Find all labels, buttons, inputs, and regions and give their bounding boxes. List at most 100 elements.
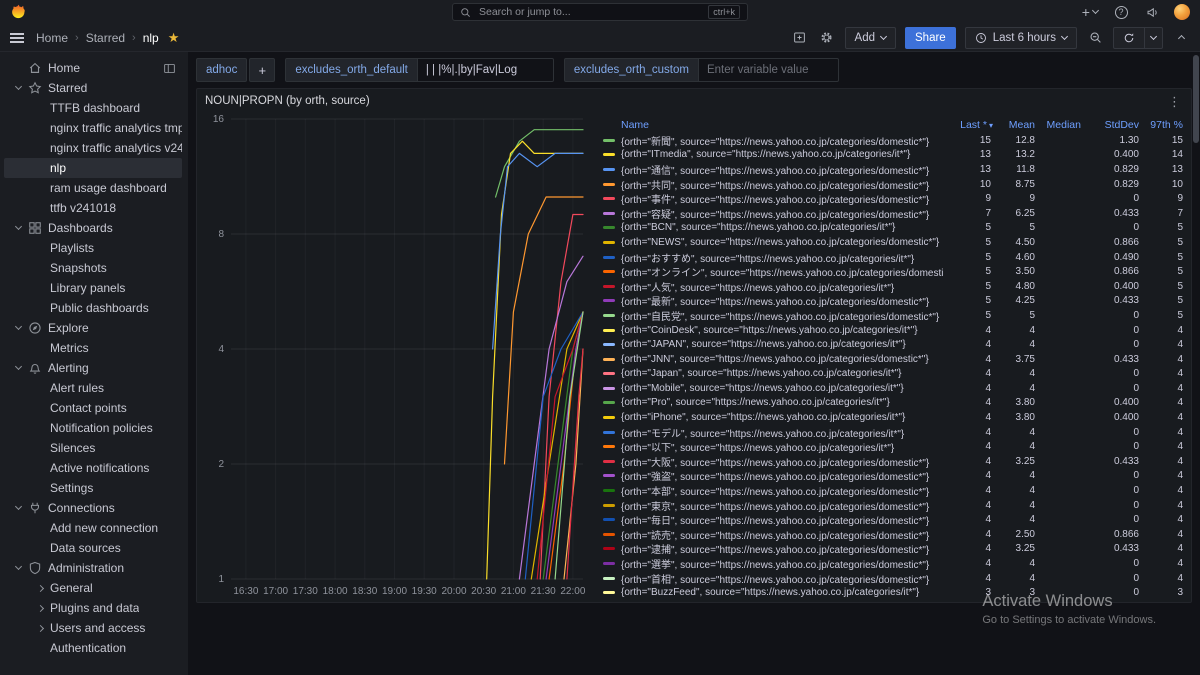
legend-row[interactable]: {orth="首相", source="https://news.yahoo.c… (603, 571, 1185, 586)
legend-row[interactable]: {orth="JNN", source="https://news.yahoo.… (603, 352, 1185, 367)
timeseries-chart[interactable]: 16:3017:0017:3018:0018:3019:0019:3020:00… (203, 113, 595, 603)
new-menu-button[interactable]: + (1081, 3, 1099, 21)
adhoc-add-filter-button[interactable]: + (249, 58, 275, 82)
legend-row[interactable]: {orth="モデル", source="https://news.yahoo.… (603, 425, 1185, 440)
share-button[interactable]: Share (905, 27, 956, 49)
panel-header[interactable]: NOUN|PROPN (by orth, source) ⋮ (197, 89, 1191, 113)
grafana-logo[interactable] (10, 4, 27, 21)
breadcrumb-starred[interactable]: Starred (86, 31, 125, 45)
sidebar-item-notification-policies[interactable]: Notification policies (4, 418, 182, 438)
legend-row[interactable]: {orth="Japan", source="https://news.yaho… (603, 367, 1185, 382)
sidebar-item-alerting[interactable]: Alerting (4, 358, 182, 378)
add-button[interactable]: Add (845, 27, 896, 49)
legend-row[interactable]: {orth="自民党", source="https://news.yahoo.… (603, 308, 1185, 323)
legend-row[interactable]: {orth="選挙", source="https://news.yahoo.c… (603, 556, 1185, 571)
legend-row[interactable]: {orth="Pro", source="https://news.yahoo.… (603, 396, 1185, 411)
legend-col-name[interactable]: Name (621, 119, 943, 131)
legend-row[interactable]: {orth="新聞", source="https://news.yahoo.c… (603, 133, 1185, 148)
legend-row[interactable]: {orth="本部", source="https://news.yahoo.c… (603, 483, 1185, 498)
legend-row[interactable]: {orth="Mobile", source="https://news.yah… (603, 381, 1185, 396)
sidebar-item-plugins-and-data[interactable]: Plugins and data (4, 598, 182, 618)
sidebar-item-administration[interactable]: Administration (4, 558, 182, 578)
legend-row[interactable]: {orth="BuzzFeed", source="https://news.y… (603, 585, 1185, 600)
sidebar-item-contact-points[interactable]: Contact points (4, 398, 182, 418)
zoom-out-icon[interactable] (1086, 29, 1104, 47)
sidebar-item-starred[interactable]: Starred (4, 78, 182, 98)
add-panel-icon[interactable] (791, 29, 809, 47)
legend-col-last[interactable]: Last *▾ (943, 119, 993, 131)
time-range-picker[interactable]: Last 6 hours (965, 27, 1077, 49)
legend-row[interactable]: {orth="容疑", source="https://news.yahoo.c… (603, 206, 1185, 221)
legend-row[interactable]: {orth="人気", source="https://news.yahoo.c… (603, 279, 1185, 294)
sidebar-item-public-dashboards[interactable]: Public dashboards (4, 298, 182, 318)
sidebar-item-dashboards[interactable]: Dashboards (4, 218, 182, 238)
sidebar-item-nlp[interactable]: nlp (4, 158, 182, 178)
favorite-star-icon[interactable]: ★ (168, 30, 180, 46)
dashboard-settings-icon[interactable] (818, 29, 836, 47)
sidebar-item-authentication[interactable]: Authentication (4, 638, 182, 658)
sidebar-item-nginx-traffic-analytics-v241015[interactable]: nginx traffic analytics v241015 (4, 138, 182, 158)
svg-text:22:00: 22:00 (560, 586, 585, 597)
help-button[interactable]: ? (1112, 3, 1130, 21)
sidebar-item-active-notifications[interactable]: Active notifications (4, 458, 182, 478)
sidebar-item-explore[interactable]: Explore (4, 318, 182, 338)
news-button[interactable] (1143, 3, 1161, 21)
legend-row[interactable]: {orth="最新", source="https://news.yahoo.c… (603, 294, 1185, 309)
scrollbar[interactable] (1193, 55, 1199, 143)
legend-row[interactable]: {orth="おすすめ", source="https://news.yahoo… (603, 250, 1185, 265)
sidebar-item-ttfb-v241018[interactable]: ttfb v241018 (4, 198, 182, 218)
legend-row[interactable]: {orth="事件", source="https://news.yahoo.c… (603, 191, 1185, 206)
search-input[interactable] (477, 5, 702, 19)
sidebar-item-playlists[interactable]: Playlists (4, 238, 182, 258)
sidebar-item-ram-usage-dashboard[interactable]: ram usage dashboard (4, 178, 182, 198)
legend-col-median[interactable]: Median (1037, 119, 1083, 131)
legend-col-mean[interactable]: Mean (993, 119, 1037, 131)
legend-row[interactable]: {orth="読売", source="https://news.yahoo.c… (603, 527, 1185, 542)
user-avatar[interactable] (1174, 4, 1190, 20)
legend-row[interactable]: {orth="CoinDesk", source="https://news.y… (603, 323, 1185, 338)
series-mean-value: 3.50 (993, 266, 1037, 277)
global-search[interactable]: ctrl+k (452, 3, 748, 21)
sidebar-item-general[interactable]: General (4, 578, 182, 598)
sidebar-item-metrics[interactable]: Metrics (4, 338, 182, 358)
sidebar-item-alert-rules[interactable]: Alert rules (4, 378, 182, 398)
legend-row[interactable]: {orth="JAPAN", source="https://news.yaho… (603, 337, 1185, 352)
sidebar-item-users-and-access[interactable]: Users and access (4, 618, 182, 638)
mega-menu-toggle[interactable] (10, 30, 26, 46)
legend-row[interactable]: {orth="ITmedia", source="https://news.ya… (603, 148, 1185, 163)
legend-row[interactable]: {orth="毎日", source="https://news.yahoo.c… (603, 512, 1185, 527)
sidebar-item-home[interactable]: Home (4, 58, 182, 78)
series-mean-value: 3.25 (993, 543, 1037, 554)
legend-row[interactable]: {orth="iPhone", source="https://news.yah… (603, 410, 1185, 425)
legend-row[interactable]: {orth="以下", source="https://news.yahoo.c… (603, 439, 1185, 454)
legend-row[interactable]: {orth="逮捕", source="https://news.yahoo.c… (603, 542, 1185, 557)
legend-row[interactable]: {orth="強盗", source="https://news.yahoo.c… (603, 469, 1185, 484)
legend-row[interactable]: {orth="大阪", source="https://news.yahoo.c… (603, 454, 1185, 469)
sidebar-item-data-sources[interactable]: Data sources (4, 538, 182, 558)
legend-col-stddev[interactable]: StdDev (1083, 119, 1141, 131)
chevron-right-icon (36, 624, 43, 631)
variable-input-excludes-orth-custom[interactable] (699, 58, 839, 82)
sidebar-item-silences[interactable]: Silences (4, 438, 182, 458)
legend-row[interactable]: {orth="通信", source="https://news.yahoo.c… (603, 162, 1185, 177)
sidebar-item-snapshots[interactable]: Snapshots (4, 258, 182, 278)
legend-row[interactable]: {orth="BCN", source="https://news.yahoo.… (603, 221, 1185, 236)
refresh-button[interactable] (1113, 27, 1145, 49)
refresh-interval-dropdown[interactable] (1145, 27, 1163, 49)
legend-col-p97[interactable]: 97th % (1141, 119, 1185, 131)
collapse-toolbar-button[interactable] (1172, 29, 1190, 47)
sidebar-item-connections[interactable]: Connections (4, 498, 182, 518)
breadcrumb-home[interactable]: Home (36, 31, 68, 45)
sidebar-item-add-new-connection[interactable]: Add new connection (4, 518, 182, 538)
dock-sidebar-icon[interactable] (163, 62, 176, 75)
panel-menu-icon[interactable]: ⋮ (1166, 95, 1183, 108)
legend-row[interactable]: {orth="共同", source="https://news.yahoo.c… (603, 177, 1185, 192)
sidebar-item-ttfb-dashboard[interactable]: TTFB dashboard (4, 98, 182, 118)
sidebar-item-nginx-traffic-analytics-tmp-c[interactable]: nginx traffic analytics tmp C... (4, 118, 182, 138)
variable-input-excludes-orth-default[interactable] (418, 58, 554, 82)
sidebar-item-settings[interactable]: Settings (4, 478, 182, 498)
legend-row[interactable]: {orth="オンライン", source="https://news.yaho… (603, 264, 1185, 279)
legend-row[interactable]: {orth="NEWS", source="https://news.yahoo… (603, 235, 1185, 250)
sidebar-item-library-panels[interactable]: Library panels (4, 278, 182, 298)
legend-row[interactable]: {orth="東京", source="https://news.yahoo.c… (603, 498, 1185, 513)
